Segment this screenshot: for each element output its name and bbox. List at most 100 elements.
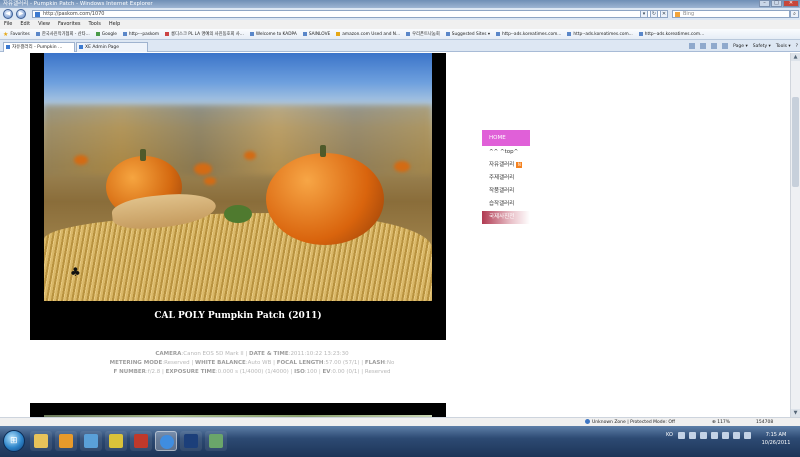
command-bar: Page ▾ Safety ▾ Tools ▾ ? [689,42,798,51]
favorites-button[interactable]: ★ Favorites [3,31,30,38]
menu-tools[interactable]: Tools [89,20,101,29]
menu-label: 작품갤러리 [489,188,515,194]
favorite-link[interactable]: http---paskom [122,32,159,37]
taskbar-filezilla[interactable] [130,431,152,451]
scroll-up-icon[interactable]: ▲ [791,53,800,61]
new-badge: N [516,161,523,168]
tray-icon[interactable] [711,432,718,439]
tray-icon[interactable] [678,432,685,439]
print-icon[interactable] [722,43,729,49]
favorite-link[interactable]: http--ads.koreatimes.com... [567,32,633,37]
url-input[interactable]: http://paskom.com/1070 [32,10,662,18]
favorite-link[interactable]: 롱디스크 PL LA 명예의 사진동호회 사... [165,31,244,37]
folder-icon [34,434,48,448]
page-menu[interactable]: Page ▾ [733,42,748,51]
menu-top[interactable]: ^^ ^top^ [482,146,530,159]
taskbar-app[interactable] [105,431,127,451]
menu-help[interactable]: Help [109,20,120,29]
exif-key: EXPOSURE TIME [165,369,216,375]
pumpkin-photo[interactable]: ♣ [44,53,432,301]
tools-menu[interactable]: Tools ▾ [776,42,791,51]
search-placeholder: Bing [683,11,695,17]
safety-menu[interactable]: Safety ▾ [753,42,771,51]
favorite-link-label: 롱디스크 PL LA 명예의 사진동호회 사... [171,32,244,37]
menu-study-gallery[interactable]: 습작갤러리 [482,198,530,211]
exif-key: WHITE BALANCE [195,360,246,366]
tab-xe-admin[interactable]: XE Admin Page [76,42,148,52]
menu-favorites[interactable]: Favorites [58,20,81,29]
menu-theme-gallery[interactable]: 주제갤러리 [482,172,530,185]
taskbar-app[interactable] [80,431,102,451]
vertical-scrollbar[interactable]: ▲ ▼ [790,53,800,417]
taskbar-photoshop[interactable] [180,431,202,451]
menu-home[interactable]: HOME [482,130,530,146]
refresh-button[interactable]: ↻ [650,10,658,18]
clock[interactable]: 7:15 AM 10/26/2011 [756,431,796,447]
favorite-link[interactable]: Google [95,32,117,37]
site-icon [249,32,254,36]
menu-edit[interactable]: Edit [20,20,30,29]
zone-text: Unknown Zone | Protected Mode: Off [592,420,675,425]
taskbar-explorer[interactable] [30,431,52,451]
clock-date: 10/26/2011 [761,440,791,446]
flag-icon[interactable] [744,432,751,439]
mail-icon[interactable] [711,43,718,49]
network-icon[interactable] [722,432,729,439]
menu-file[interactable]: File [4,20,12,29]
favorite-link[interactable]: http--ads.koreatimes.com... [496,32,561,37]
address-bar: ◀ ▶ http://paskom.com/1070 ▾ ↻ ✕ Bing ⌕ [0,8,800,20]
favorite-link[interactable]: Welcome to KADPA [249,32,297,37]
feeds-icon[interactable] [700,43,707,49]
windows-logo-icon: ⊞ [10,436,18,446]
window-title: 자유갤러리 - Pumpkin Patch - Windows Internet… [3,1,153,7]
taskbar-internet-explorer[interactable] [155,431,177,451]
tray-icon[interactable] [700,432,707,439]
favorite-link[interactable]: amazon.com Used and N... [336,32,400,37]
maximize-button[interactable]: □ [771,0,782,7]
scroll-thumb[interactable] [792,97,799,187]
taskbar-picture-viewer[interactable] [205,431,227,451]
help-button[interactable]: ? [796,42,798,51]
exif-value: f/2.8 [147,369,161,375]
exif-value: 0.000 s (1/4000) (1/4000) [217,369,289,375]
menu-free-gallery[interactable]: 자유갤러리 N [482,159,530,172]
language-indicator[interactable]: KO [666,432,674,439]
tray-icon[interactable] [689,432,696,439]
favorite-link[interactable]: 우리폰트나눔회 [406,31,440,37]
favorite-link-label: http--ads.koreatimes.com... [502,31,562,37]
back-button[interactable]: ◀ [3,9,13,19]
favorites-label: Favorites [10,31,30,37]
search-button[interactable]: ⌕ [790,10,799,18]
favorite-link[interactable]: http--ads.koreatimes.com... [638,32,704,37]
favorite-link[interactable]: 한국사진작가협회 - 산타... [35,31,90,37]
search-input[interactable]: Bing [672,10,790,18]
address-dropdown-button[interactable]: ▾ [640,10,648,18]
start-button[interactable]: ⊞ [3,430,25,452]
scroll-down-icon[interactable]: ▼ [791,409,800,417]
close-button[interactable]: ✕ [783,0,799,7]
home-icon[interactable] [689,43,696,49]
stop-button[interactable]: ✕ [660,10,668,18]
menu-label: 자유갤러리 [489,162,515,168]
tab-free-gallery[interactable]: 자유갤러리 - Pumpkin ... [3,42,75,52]
filezilla-icon [134,434,148,448]
menu-view[interactable]: View [38,20,50,29]
suggested-sites[interactable]: Suggested Sites ▾ [445,32,490,37]
globe-icon [585,419,590,424]
page-content: ♣ CAL POLY Pumpkin Patch (2011) CAMERA:C… [0,53,790,417]
site-icon [445,32,450,36]
photo-detail [74,155,88,165]
volume-icon[interactable] [733,432,740,439]
right-pumpkin [266,153,384,245]
taskbar-media-player[interactable] [55,431,77,451]
photo-detail [194,163,212,175]
forward-button[interactable]: ▶ [16,9,26,19]
favorite-link[interactable]: SAINLOVE [302,32,330,37]
person-icon [84,434,98,448]
menu-works-gallery[interactable]: 작품갤러리 [482,185,530,198]
minimize-button[interactable]: – [759,0,770,7]
menu-international-exhibition[interactable]: 국제사진전 [482,211,530,224]
pumpkin-stem [320,145,326,157]
media-player-icon [59,434,73,448]
exif-key: FLASH [364,360,385,366]
